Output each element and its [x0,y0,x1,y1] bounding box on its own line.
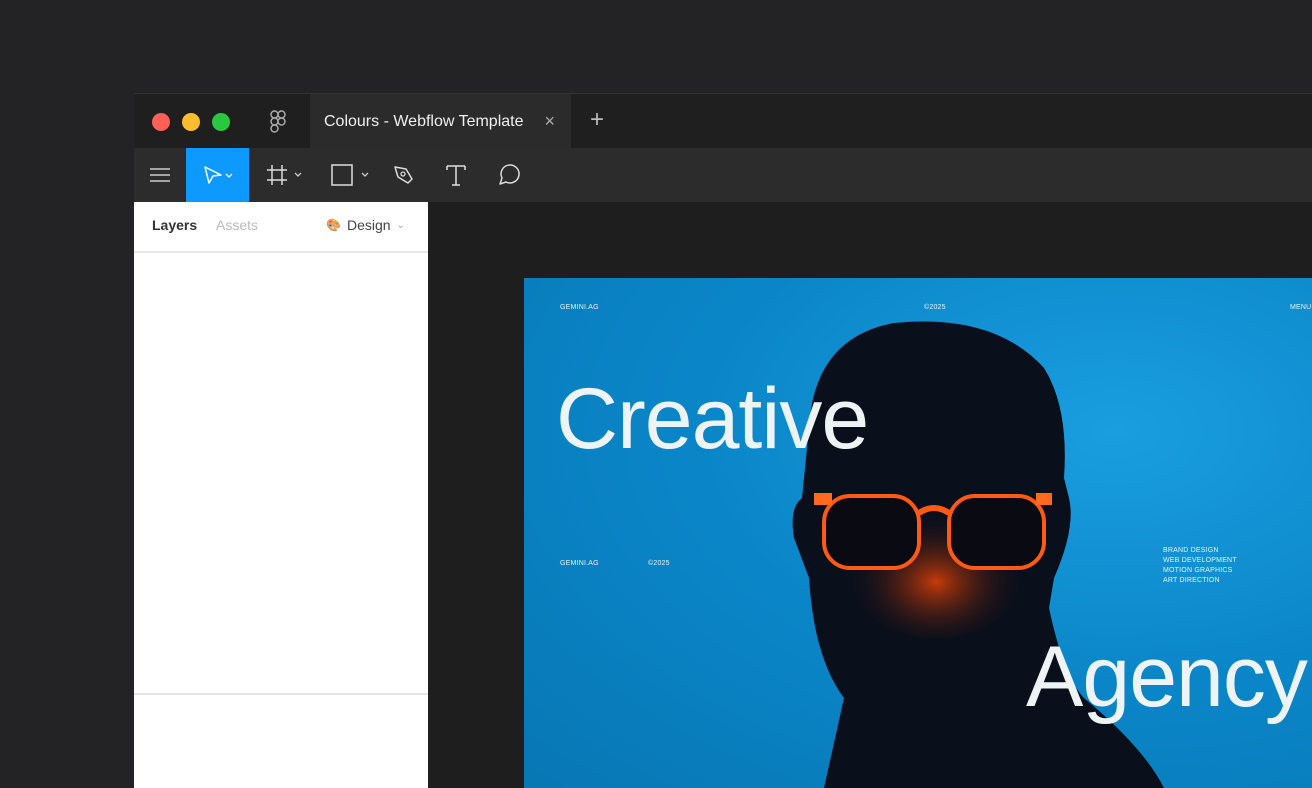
services-list: BRAND DESIGN WEB DEVELOPMENT MOTION GRAP… [1163,546,1237,586]
footer-year: ©2025 [648,560,670,567]
menu-link[interactable]: MENU [1290,304,1311,311]
toolbar [134,148,1312,202]
pen-icon [392,163,416,187]
design-dropdown[interactable]: 🎨 Design ⌄ [326,217,405,233]
maximize-window-button[interactable] [212,113,230,131]
panel-divider[interactable] [134,693,428,695]
cursor-icon [201,164,235,186]
text-icon [445,163,467,187]
comment-icon [496,162,522,188]
brand-label[interactable]: GEMINI.AG [560,304,599,311]
rectangle-icon [330,163,372,187]
service-item: BRAND DESIGN [1163,546,1237,556]
tab-file[interactable]: Colours - Webflow Template × [310,94,571,149]
hamburger-icon [150,167,170,183]
shape-tool-button[interactable] [328,148,374,202]
design-label: Design [347,217,391,233]
close-tab-icon[interactable]: × [544,111,555,132]
design-frame[interactable]: GEMINI.AG ©2025 MENU Creative Agency GEM… [524,278,1312,788]
tab-assets[interactable]: Assets [216,217,258,233]
headline-creative: Creative [556,370,868,469]
year-label: ©2025 [924,304,946,311]
frame-icon [265,163,305,187]
new-tab-button[interactable]: + [590,106,604,134]
palette-icon: 🎨 [326,218,341,232]
pen-tool-button[interactable] [390,148,418,202]
text-tool-button[interactable] [442,148,470,202]
service-item: WEB DEVELOPMENT [1163,556,1237,566]
headline-agency: Agency [1026,628,1307,727]
service-item: ART DIRECTION [1163,576,1237,586]
minimize-window-button[interactable] [182,113,200,131]
move-tool-button[interactable] [186,148,249,202]
main-menu-button[interactable] [134,148,186,202]
service-item: MOTION GRAPHICS [1163,566,1237,576]
frame-tool-button[interactable] [262,148,308,202]
panel-tabs: Layers Assets 🎨 Design ⌄ [134,202,428,253]
tab-bar: Colours - Webflow Template × + [134,93,1312,148]
tab-layers[interactable]: Layers [152,217,197,233]
tab-title: Colours - Webflow Template [324,113,524,131]
close-window-button[interactable] [152,113,170,131]
footer-brand: GEMINI.AG [560,560,599,567]
figma-logo-icon[interactable] [270,110,286,134]
left-panel: Layers Assets 🎨 Design ⌄ [134,202,428,788]
comment-tool-button[interactable] [494,148,524,202]
chevron-down-icon: ⌄ [397,220,405,231]
